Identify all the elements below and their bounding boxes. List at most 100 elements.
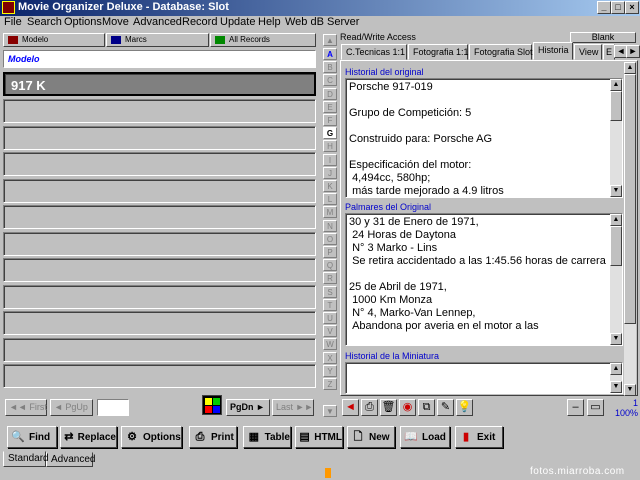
menu-options[interactable]: Options bbox=[64, 16, 102, 28]
record-row[interactable] bbox=[3, 364, 316, 388]
record-row[interactable] bbox=[3, 311, 316, 335]
scroll-thumb[interactable] bbox=[624, 74, 636, 324]
alpha-up-arrow-icon[interactable]: ▲ bbox=[323, 34, 337, 46]
column-header-all-records[interactable]: All Records bbox=[210, 33, 316, 47]
record-row[interactable] bbox=[3, 338, 316, 362]
scroll-up-icon[interactable]: ▲ bbox=[610, 363, 622, 375]
close-button[interactable]: × bbox=[625, 1, 639, 14]
alpha-index-k[interactable]: K bbox=[323, 180, 337, 192]
print-record-icon[interactable]: ⎙ bbox=[361, 399, 378, 416]
scroll-thumb[interactable] bbox=[610, 91, 622, 121]
print-button[interactable]: ⎙ Print bbox=[189, 426, 237, 448]
back-arrow-icon[interactable]: ◄ bbox=[342, 399, 359, 416]
record-row[interactable] bbox=[3, 205, 316, 229]
replace-button[interactable]: ⇄ Replace bbox=[60, 426, 117, 448]
tab-fotografia-1-1[interactable]: Fotografia 1:1 bbox=[408, 44, 469, 60]
alpha-index-g[interactable]: G bbox=[323, 127, 337, 140]
tab-advanced[interactable]: Advanced bbox=[46, 452, 95, 467]
miniatura-textarea[interactable] bbox=[345, 362, 623, 394]
palmares-textarea[interactable]: 30 y 31 de Enero de 1971, 24 Horas de Da… bbox=[345, 213, 623, 346]
scroll-up-icon[interactable]: ▲ bbox=[610, 79, 622, 91]
menu-record[interactable]: Record bbox=[182, 16, 217, 28]
trash-icon[interactable]: 🗑 bbox=[380, 399, 397, 416]
tab-view[interactable]: View bbox=[574, 44, 602, 60]
menu-web-db-server[interactable]: Web dB Server bbox=[285, 16, 359, 28]
alpha-index-v[interactable]: V bbox=[323, 325, 337, 338]
alpha-index-f[interactable]: F bbox=[323, 114, 337, 126]
options-button[interactable]: ⚙ Options bbox=[121, 426, 182, 448]
record-row[interactable] bbox=[3, 258, 316, 282]
record-row[interactable] bbox=[3, 99, 316, 123]
alpha-index-e[interactable]: E bbox=[323, 100, 337, 113]
alpha-index-c[interactable]: C bbox=[323, 74, 337, 87]
alpha-index-q[interactable]: Q bbox=[323, 259, 337, 272]
maximize-button[interactable]: □ bbox=[611, 1, 625, 14]
zoom-out-icon[interactable]: – bbox=[567, 399, 584, 416]
palmares-scrollbar[interactable]: ▲ ▼ bbox=[610, 214, 622, 345]
minimize-button[interactable]: _ bbox=[597, 1, 611, 14]
column-header-marcs[interactable]: Marcs bbox=[106, 33, 209, 47]
scroll-up-icon[interactable]: ▲ bbox=[624, 62, 636, 74]
scroll-down-icon[interactable]: ▼ bbox=[610, 381, 622, 393]
alpha-index-s[interactable]: S bbox=[323, 285, 337, 298]
record-row-selected[interactable]: 917 K bbox=[3, 72, 316, 96]
tab-c-tecnicas[interactable]: C.Tecnicas 1:1 bbox=[341, 44, 407, 60]
historial-original-textarea[interactable]: Porsche 917-019 Grupo de Competición: 5 … bbox=[345, 78, 623, 198]
alpha-index-j[interactable]: J bbox=[323, 166, 337, 179]
copy-record-icon[interactable]: ⧉ bbox=[418, 399, 435, 416]
historial-scrollbar[interactable]: ▲ ▼ bbox=[610, 79, 622, 197]
new-button[interactable]: 🗋 New bbox=[347, 426, 395, 448]
form-scrollbar[interactable]: ▲ ▼ bbox=[624, 62, 636, 396]
record-row[interactable] bbox=[3, 232, 316, 256]
menu-search[interactable]: Search bbox=[27, 16, 62, 28]
folder-icon[interactable]: ▭ bbox=[587, 399, 604, 416]
grid-view-icon[interactable] bbox=[202, 395, 222, 415]
pgup-button[interactable]: ◄ PgUp bbox=[50, 399, 93, 416]
alpha-index-m[interactable]: M bbox=[323, 206, 337, 219]
menu-file[interactable]: File bbox=[4, 16, 22, 28]
scroll-down-icon[interactable]: ▼ bbox=[624, 384, 636, 396]
alpha-index-r[interactable]: R bbox=[323, 272, 337, 285]
alpha-index-d[interactable]: D bbox=[323, 87, 337, 100]
scroll-thumb[interactable] bbox=[610, 226, 622, 266]
exit-button[interactable]: ▮ Exit bbox=[455, 426, 503, 448]
tab-fotografia-slot[interactable]: Fotografia Slot bbox=[469, 44, 533, 60]
find-button[interactable]: 🔍 Find bbox=[7, 426, 57, 448]
edit-record-icon[interactable]: ✎ bbox=[437, 399, 454, 416]
tab-historia[interactable]: Historia bbox=[533, 42, 573, 60]
first-button[interactable]: ◄◄ First bbox=[5, 399, 47, 416]
alpha-index-z[interactable]: Z bbox=[323, 378, 337, 390]
alpha-index-p[interactable]: P bbox=[323, 246, 337, 258]
scroll-down-icon[interactable]: ▼ bbox=[610, 185, 622, 197]
app-icon[interactable] bbox=[2, 1, 15, 14]
tab-standard[interactable]: Standard bbox=[3, 451, 49, 467]
alpha-index-b[interactable]: B bbox=[323, 61, 337, 74]
alpha-index-l[interactable]: L bbox=[323, 193, 337, 206]
load-button[interactable]: 📖 Load bbox=[400, 426, 450, 448]
title-bar[interactable]: Movie Organizer Deluxe - Database: Slot … bbox=[0, 0, 640, 16]
alpha-index-w[interactable]: W bbox=[323, 338, 337, 351]
alpha-index-i[interactable]: I bbox=[323, 153, 337, 166]
alpha-index-h[interactable]: H bbox=[323, 140, 337, 153]
blank-button[interactable]: Blank bbox=[570, 32, 636, 43]
alpha-down-arrow-icon[interactable]: ▼ bbox=[323, 405, 337, 417]
pgdn-button[interactable]: PgDn ► bbox=[226, 399, 270, 416]
alpha-index-y[interactable]: Y bbox=[323, 364, 337, 377]
column-header-modelo[interactable]: Modelo bbox=[3, 33, 105, 47]
record-row[interactable] bbox=[3, 285, 316, 309]
alpha-index-a[interactable]: A bbox=[323, 48, 337, 60]
record-row[interactable] bbox=[3, 179, 316, 203]
menu-update[interactable]: Update bbox=[220, 16, 255, 28]
record-row[interactable] bbox=[3, 126, 316, 150]
last-button[interactable]: Last ►► bbox=[272, 399, 314, 416]
menu-help[interactable]: Help bbox=[258, 16, 281, 28]
record-row[interactable] bbox=[3, 152, 316, 176]
record-number-input[interactable] bbox=[97, 399, 129, 416]
table-button[interactable]: ▦ Table bbox=[243, 426, 291, 448]
menu-advanced[interactable]: Advanced bbox=[133, 16, 182, 28]
miniatura-scrollbar[interactable]: ▲ ▼ bbox=[610, 363, 622, 393]
lightbulb-icon[interactable]: 💡 bbox=[456, 399, 473, 416]
tab-scroll-right-icon[interactable]: ► bbox=[626, 45, 640, 58]
alpha-index-o[interactable]: O bbox=[323, 232, 337, 245]
alpha-index-n[interactable]: N bbox=[323, 219, 337, 232]
